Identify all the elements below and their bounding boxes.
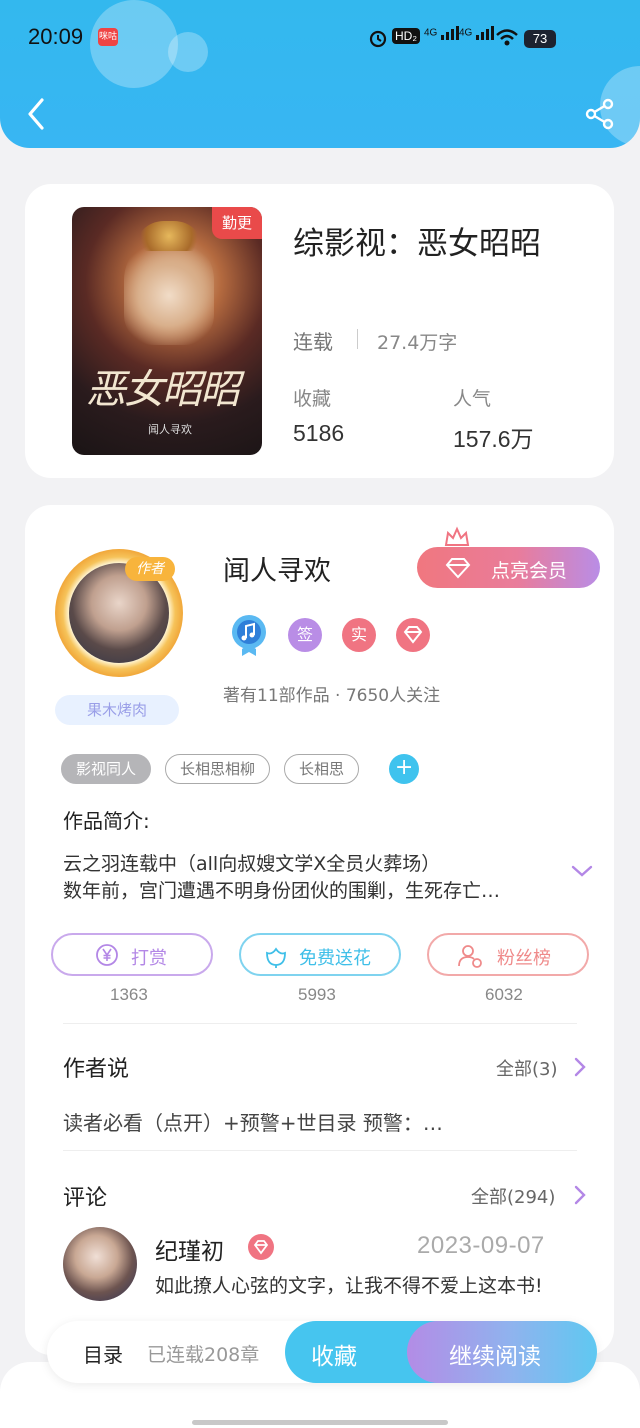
chevron-down-icon[interactable] [570,863,594,879]
chevron-right-icon[interactable] [573,1184,587,1206]
send-flower-button[interactable]: 免费送花 [239,933,401,976]
book-title: 综影视：恶女昭昭 [293,226,541,262]
reward-button[interactable]: 打赏 [51,933,213,976]
cover-author: 闻人寻欢 [148,423,192,436]
chapter-count: 已连载208章 [147,1344,260,1366]
author-works-stats: 著有11部作品 · 7650人关注 [223,686,441,706]
tag-list: 影视同人 长相思相柳 长相思 + [61,754,420,784]
cover-headpiece [134,221,204,251]
send-flower-label: 免费送花 [299,948,371,969]
reward-label: 打赏 [131,948,167,969]
popularity-label: 人气 [453,388,492,410]
comment-date: 2023-09-07 [417,1232,545,1259]
signal-icon: 4G [459,26,495,40]
signed-badge: 签 [288,618,322,652]
collect-label: 收藏 [293,388,332,410]
home-indicator[interactable] [192,1420,448,1425]
book-detail-card: 作者 果木烤肉 闻人寻欢 点亮会员 签 实 著有11部作品 · 7650人关注 … [25,505,614,1355]
continue-reading-label: 继续阅读 [449,1344,541,1370]
word-count: 27.4万字 [377,332,458,354]
cover-title: 恶女昭昭 [86,367,240,413]
yen-coin-icon [96,944,118,966]
wifi-icon [496,29,518,46]
commenter-avatar[interactable] [63,1227,137,1301]
fan-ranking-button[interactable]: 粉丝榜 [427,933,589,976]
divider [63,1023,577,1024]
tag-item[interactable]: 影视同人 [61,754,152,784]
battery-indicator: 73 [524,30,556,48]
author-badge: 作者 [125,557,175,581]
toc-button[interactable]: 目录 [83,1339,123,1368]
fan-tag: 果木烤肉 [55,695,179,725]
hd-icon: HD₂ [392,28,420,44]
top-header: 20:09 咪咕 HD₂ 4G 4G 73 [0,0,640,148]
status-bar: 20:09 咪咕 HD₂ 4G 4G 73 [0,18,640,58]
alarm-icon [369,30,387,48]
verified-badge: 实 [342,618,376,652]
comments-more[interactable]: 全部(294) [471,1183,555,1209]
flower-icon [266,947,286,968]
flower-count: 5993 [298,985,336,1004]
book-info-card: 勤更 恶女昭昭 闻人寻欢 综影视：恶女昭昭 连载 27.4万字 收藏 5186 … [25,184,614,478]
update-tag: 勤更 [212,207,262,239]
back-button[interactable] [22,96,52,132]
commenter-name[interactable]: 纪瑾初 [155,1232,224,1266]
vip-diamond-icon [248,1234,274,1260]
author-says-text[interactable]: 读者必看（点开）+预警+世目录 预警：… [63,1107,443,1136]
membership-label: 点亮会员 [491,560,568,582]
signal-icon: 4G [424,26,460,40]
intro-label: 作品简介: [63,809,150,833]
popularity-count: 157.6万 [453,426,534,452]
fan-count: 6032 [485,985,523,1004]
chevron-right-icon[interactable] [573,1056,587,1078]
share-button[interactable] [584,98,616,130]
music-medal-icon [232,615,266,656]
status-time: 20:09 [28,24,84,49]
tag-item[interactable]: 长相思 [284,754,360,784]
crown-icon [444,526,470,546]
intro-text-line: 数年前，宫门遭遇不明身份团伙的围剿，生死存亡… [63,880,501,902]
fan-ranking-label: 粉丝榜 [497,948,551,969]
collect-count: 5186 [293,420,345,446]
cover-figure [124,235,214,345]
book-cover[interactable]: 勤更 恶女昭昭 闻人寻欢 [72,207,262,455]
vip-diamond-icon [396,618,430,652]
continue-reading-button[interactable]: 继续阅读 [407,1321,597,1383]
author-says-more[interactable]: 全部(3) [496,1055,558,1081]
comment-text[interactable]: 如此撩人心弦的文字，让我不得不爱上这本书! [155,1273,575,1299]
diamond-icon [445,558,471,579]
author-avatar[interactable]: 作者 [55,549,183,677]
add-tag-button[interactable]: + [389,754,420,784]
author-says-title: 作者说 [63,1057,130,1082]
activate-membership-button[interactable]: 点亮会员 [417,547,600,588]
bottom-action-bar: 目录 已连载208章 收藏 继续阅读 [47,1321,597,1383]
divider [63,1150,577,1151]
serial-status: 连载 [293,330,333,354]
divider [357,329,358,349]
user-rank-icon [458,945,482,968]
app-notification-icon: 咪咕 [98,28,118,46]
intro-text-line: 云之羽连载中（all向叔嫂文学X全员火葬场） [63,853,441,875]
collect-button-label: 收藏 [311,1344,357,1370]
comments-title: 评论 [63,1186,108,1211]
reward-count: 1363 [110,985,148,1004]
author-badges: 签 实 [230,613,430,657]
tag-item[interactable]: 长相思相柳 [165,754,271,784]
author-name[interactable]: 闻人寻欢 [223,549,331,588]
